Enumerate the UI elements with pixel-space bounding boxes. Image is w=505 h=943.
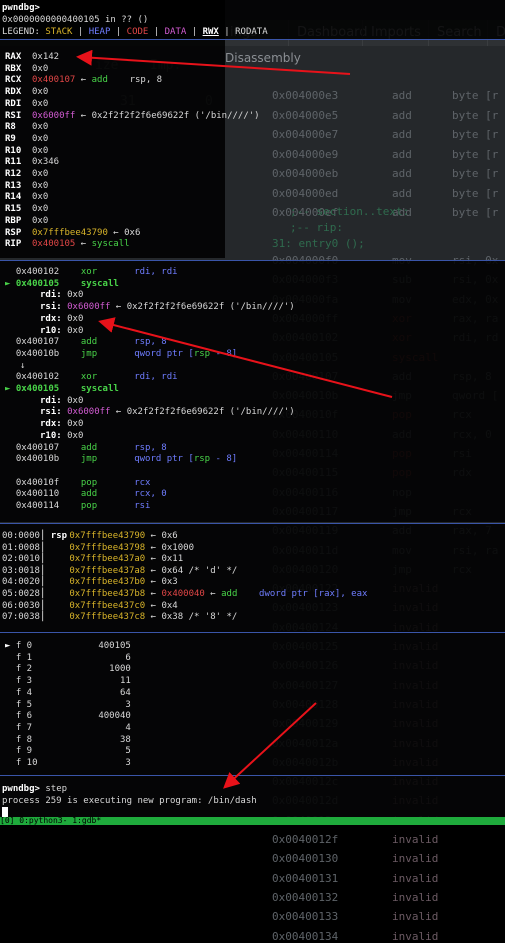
arrow-to-rsi-arg [98,317,393,398]
bg-address: 0x00400130 [272,852,339,866]
bg-disasm-row: 0x00400131 invalid [272,871,438,885]
bg-address: 0x00400133 [272,910,339,924]
bg-disasm-row: 0x00400134 invalid [272,929,438,943]
arrow-to-rax [76,49,351,75]
bg-disasm-row: 0x00400130 invalid [272,852,438,866]
bg-address: 0x00400132 [272,890,339,904]
bg-disasm-row: 0x0040012f invalid [272,833,438,846]
arrow-to-exec-message [223,702,317,789]
bg-disasm-row: 0x00400132 invalid [272,890,438,904]
bg-address: 0x0040012f [272,833,339,846]
bg-address: 0x00400131 [272,871,339,885]
bg-address: 0x00400134 [272,929,339,943]
bg-mnemonic: invalid [392,929,439,943]
bg-mnemonic: invalid [392,890,439,904]
bg-mnemonic: invalid [392,852,439,866]
annotation-arrows [76,49,393,789]
bg-mnemonic: invalid [392,833,439,846]
bg-mnemonic: invalid [392,910,439,924]
bg-disasm-row: 0x00400133 invalid [272,910,438,924]
bg-mnemonic: invalid [392,871,439,885]
